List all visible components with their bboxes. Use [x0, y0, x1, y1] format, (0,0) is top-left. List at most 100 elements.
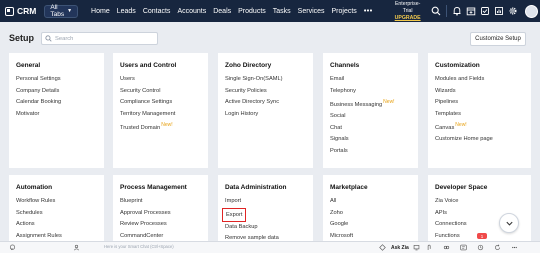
card-title: Developer Space — [435, 184, 488, 191]
ask-zia-button[interactable]: Ask Zia — [391, 245, 409, 251]
tab-projects[interactable]: Projects — [332, 8, 357, 15]
new-badge: New! — [161, 122, 173, 128]
more-tabs-button[interactable]: ••• — [364, 8, 373, 15]
calendar-add-icon[interactable] — [465, 5, 478, 18]
chevron-down-icon: ▼ — [67, 8, 73, 14]
link-import[interactable]: Import — [225, 196, 313, 208]
link-icon[interactable] — [442, 243, 451, 252]
page-title: Setup — [9, 33, 35, 43]
link-territory-management[interactable]: Territory Management — [120, 109, 208, 121]
search-icon — [45, 35, 52, 42]
link-customize-home-page[interactable]: Customize Home page — [435, 134, 531, 146]
export-highlight[interactable]: Export — [222, 207, 247, 222]
link-company-details[interactable]: Company Details — [16, 86, 104, 98]
refresh-icon[interactable] — [493, 243, 502, 252]
upgrade-link[interactable]: UPGRADE — [395, 15, 421, 22]
link-compliance-settings[interactable]: Compliance Settings — [120, 97, 208, 109]
card-marketplace: Marketplace All Zoho Google Microsoft — [323, 175, 418, 241]
bell-icon[interactable] — [451, 5, 464, 18]
link-trusted-domain[interactable]: Trusted DomainNew! — [120, 120, 208, 134]
link-wizards[interactable]: Wizards — [435, 86, 531, 98]
link-modules-and-fields[interactable]: Modules and Fields — [435, 74, 531, 86]
search-icon[interactable] — [430, 5, 443, 18]
setup-search[interactable] — [41, 32, 158, 45]
more-icon[interactable] — [510, 243, 519, 252]
link-personal-settings[interactable]: Personal Settings — [16, 74, 104, 86]
chat-icon[interactable] — [8, 243, 17, 252]
history-icon[interactable] — [476, 243, 485, 252]
link-login-history[interactable]: Login History — [225, 109, 313, 121]
search-input[interactable] — [55, 35, 155, 42]
link-security-control[interactable]: Security Control — [120, 86, 208, 98]
customize-setup-button[interactable]: Customize Setup — [470, 32, 526, 46]
link-templates[interactable]: Templates — [435, 109, 531, 121]
link-email[interactable]: Email — [330, 74, 418, 86]
link-active-directory-sync[interactable]: Active Directory Sync — [225, 97, 313, 109]
link-pipelines[interactable]: Pipelines — [435, 97, 531, 109]
tab-products[interactable]: Products — [238, 8, 266, 15]
card-title: Process Management — [120, 184, 187, 191]
link-motivator[interactable]: Motivator — [16, 109, 104, 121]
link-label: Trusted Domain — [120, 124, 161, 131]
bottom-bar: Here is your Smart Chat (Ctrl+Space) Ask… — [0, 241, 540, 253]
tab-services[interactable]: Services — [298, 8, 325, 15]
link-actions[interactable]: Actions — [16, 219, 104, 231]
crm-logo-icon — [5, 6, 14, 16]
tab-contacts[interactable]: Contacts — [143, 8, 171, 15]
link-export[interactable]: Export — [222, 207, 313, 222]
link-signals[interactable]: Signals — [330, 134, 418, 146]
tab-home[interactable]: Home — [91, 8, 110, 15]
link-blueprint[interactable]: Blueprint — [120, 196, 208, 208]
link-zoho[interactable]: Zoho — [330, 208, 418, 220]
scroll-down-button[interactable] — [499, 213, 519, 233]
tab-accounts[interactable]: Accounts — [177, 8, 206, 15]
tab-leads[interactable]: Leads — [117, 8, 136, 15]
card-title: Users and Control — [120, 62, 177, 69]
setup-header: Setup Customize Setup — [0, 30, 540, 46]
link-review-processes[interactable]: Review Processes — [120, 219, 208, 231]
avatar[interactable] — [524, 4, 538, 18]
link-data-backup[interactable]: Data Backup — [225, 222, 313, 234]
screen-icon[interactable] — [412, 243, 421, 252]
link-calendar-booking[interactable]: Calendar Booking — [16, 97, 104, 109]
tab-deals[interactable]: Deals — [213, 8, 231, 15]
link-approval-processes[interactable]: Approval Processes — [120, 208, 208, 220]
card-title: Zoho Directory — [225, 62, 272, 69]
card-title: Channels — [330, 62, 360, 69]
link-all[interactable]: All — [330, 196, 418, 208]
translate-icon[interactable] — [459, 243, 468, 252]
link-chat[interactable]: Chat — [330, 123, 418, 135]
card-title: Automation — [16, 184, 53, 191]
trial-label: Enterprise-Trial — [394, 0, 421, 14]
chart-icon[interactable] — [493, 5, 506, 18]
card-data-administration: Data Administration Import Export Data B… — [218, 175, 313, 241]
gear-icon[interactable] — [507, 5, 520, 18]
all-tabs-dropdown[interactable]: All Tabs ▼ — [44, 4, 79, 18]
contacts-icon[interactable] — [72, 243, 81, 252]
card-channels: Channels Email Telephony Business Messag… — [323, 53, 418, 168]
link-social[interactable]: Social — [330, 111, 418, 123]
top-icons — [429, 4, 540, 18]
link-business-messaging[interactable]: Business MessagingNew! — [330, 97, 418, 111]
card-title: Data Administration — [225, 184, 287, 191]
link-google[interactable]: Google — [330, 219, 418, 231]
new-badge: New! — [455, 122, 467, 128]
all-tabs-label: All Tabs — [50, 4, 65, 18]
link-single-sign-on[interactable]: Single Sign-On(SAML) — [225, 74, 313, 86]
link-schedules[interactable]: Schedules — [16, 208, 104, 220]
notification-badge: 1 — [477, 233, 487, 239]
tab-tasks[interactable]: Tasks — [273, 8, 291, 15]
crm-logo[interactable]: CRM — [5, 6, 36, 16]
link-users[interactable]: Users — [120, 74, 208, 86]
link-portals[interactable]: Portals — [330, 146, 418, 158]
link-canvas[interactable]: CanvasNew! — [435, 120, 531, 134]
clip-icon[interactable] — [425, 243, 434, 252]
link-zia-voice[interactable]: Zia Voice — [435, 196, 531, 208]
checklist-icon[interactable] — [479, 5, 492, 18]
zia-icon[interactable] — [378, 243, 387, 252]
smart-chat-input[interactable]: Here is your Smart Chat (Ctrl+Space) — [104, 244, 174, 249]
chevron-down-icon — [505, 221, 513, 226]
link-telephony[interactable]: Telephony — [330, 86, 418, 98]
link-workflow-rules[interactable]: Workflow Rules — [16, 196, 104, 208]
link-security-policies[interactable]: Security Policies — [225, 86, 313, 98]
